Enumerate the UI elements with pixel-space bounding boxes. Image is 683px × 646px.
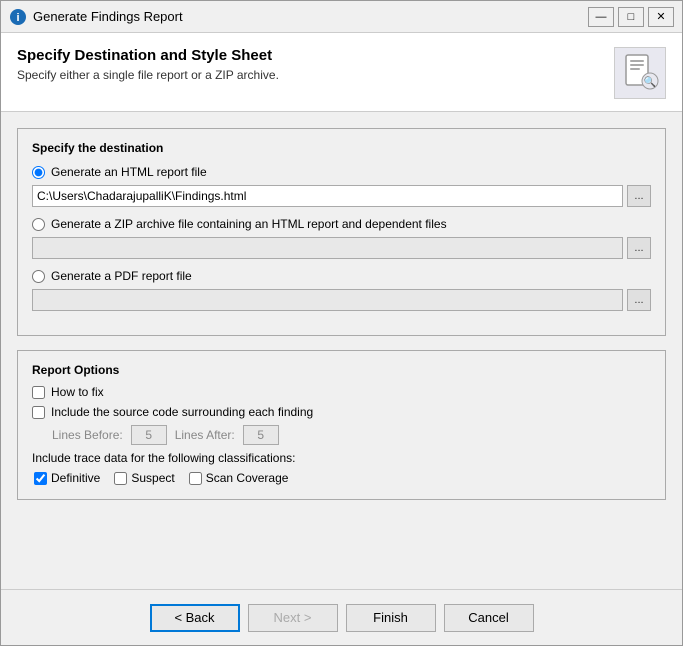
zip-option-row: Generate a ZIP archive file containing a… bbox=[32, 217, 651, 231]
classifications-row: Definitive Suspect Scan Coverage bbox=[34, 471, 651, 485]
zip-browse-button[interactable]: ... bbox=[627, 237, 651, 259]
window-title: Generate Findings Report bbox=[33, 9, 582, 24]
scan-coverage-item: Scan Coverage bbox=[189, 471, 289, 485]
classifications-label: Include trace data for the following cla… bbox=[32, 451, 651, 465]
lines-after-input[interactable] bbox=[243, 425, 279, 445]
svg-text:🔍: 🔍 bbox=[644, 75, 656, 88]
title-bar: i Generate Findings Report — □ ✕ bbox=[1, 1, 682, 33]
suspect-label[interactable]: Suspect bbox=[131, 471, 174, 485]
destination-group-label: Specify the destination bbox=[32, 141, 651, 155]
how-to-fix-checkbox[interactable] bbox=[32, 386, 45, 399]
report-options-group: Report Options How to fix Include the so… bbox=[17, 350, 666, 500]
zip-radio[interactable] bbox=[32, 218, 45, 231]
destination-group: Specify the destination Generate an HTML… bbox=[17, 128, 666, 336]
zip-path-input[interactable] bbox=[32, 237, 623, 259]
pdf-browse-button[interactable]: ... bbox=[627, 289, 651, 311]
svg-text:i: i bbox=[16, 12, 19, 24]
html-radio[interactable] bbox=[32, 166, 45, 179]
pdf-path-row: ... bbox=[32, 289, 651, 311]
suspect-checkbox[interactable] bbox=[114, 472, 127, 485]
suspect-item: Suspect bbox=[114, 471, 174, 485]
source-code-label[interactable]: Include the source code surrounding each… bbox=[51, 405, 313, 419]
window-icon: i bbox=[9, 8, 27, 26]
minimize-button[interactable]: — bbox=[588, 7, 614, 27]
html-option-row: Generate an HTML report file bbox=[32, 165, 651, 179]
header-text: Specify Destination and Style Sheet Spec… bbox=[17, 47, 279, 82]
page-subtitle: Specify either a single file report or a… bbox=[17, 68, 279, 82]
scan-coverage-checkbox[interactable] bbox=[189, 472, 202, 485]
footer: < Back Next > Finish Cancel bbox=[1, 589, 682, 645]
content-area: Specify the destination Generate an HTML… bbox=[1, 112, 682, 589]
scan-coverage-label[interactable]: Scan Coverage bbox=[206, 471, 289, 485]
html-browse-button[interactable]: ... bbox=[627, 185, 651, 207]
header-section: Specify Destination and Style Sheet Spec… bbox=[1, 33, 682, 112]
finish-button[interactable]: Finish bbox=[346, 604, 436, 632]
html-path-input[interactable] bbox=[32, 185, 623, 207]
zip-path-row: ... bbox=[32, 237, 651, 259]
source-code-checkbox[interactable] bbox=[32, 406, 45, 419]
pdf-option-row: Generate a PDF report file bbox=[32, 269, 651, 283]
cancel-button[interactable]: Cancel bbox=[444, 604, 534, 632]
how-to-fix-label[interactable]: How to fix bbox=[51, 385, 104, 399]
back-button[interactable]: < Back bbox=[150, 604, 240, 632]
lines-before-label: Lines Before: bbox=[52, 428, 123, 442]
zip-option-label[interactable]: Generate a ZIP archive file containing a… bbox=[51, 217, 447, 231]
lines-row: Lines Before: Lines After: bbox=[52, 425, 651, 445]
html-option-label[interactable]: Generate an HTML report file bbox=[51, 165, 207, 179]
how-to-fix-row: How to fix bbox=[32, 385, 651, 399]
page-title: Specify Destination and Style Sheet bbox=[17, 47, 279, 64]
definitive-item: Definitive bbox=[34, 471, 100, 485]
next-button[interactable]: Next > bbox=[248, 604, 338, 632]
pdf-radio[interactable] bbox=[32, 270, 45, 283]
source-code-row: Include the source code surrounding each… bbox=[32, 405, 651, 419]
lines-after-label: Lines After: bbox=[175, 428, 235, 442]
window-controls: — □ ✕ bbox=[588, 7, 674, 27]
main-window: i Generate Findings Report — □ ✕ Specify… bbox=[0, 0, 683, 646]
definitive-label[interactable]: Definitive bbox=[51, 471, 100, 485]
definitive-checkbox[interactable] bbox=[34, 472, 47, 485]
pdf-path-input[interactable] bbox=[32, 289, 623, 311]
close-button[interactable]: ✕ bbox=[648, 7, 674, 27]
report-options-label: Report Options bbox=[32, 363, 651, 377]
html-path-row: ... bbox=[32, 185, 651, 207]
lines-before-input[interactable] bbox=[131, 425, 167, 445]
header-icon: 🔍 bbox=[614, 47, 666, 99]
maximize-button[interactable]: □ bbox=[618, 7, 644, 27]
pdf-option-label[interactable]: Generate a PDF report file bbox=[51, 269, 192, 283]
